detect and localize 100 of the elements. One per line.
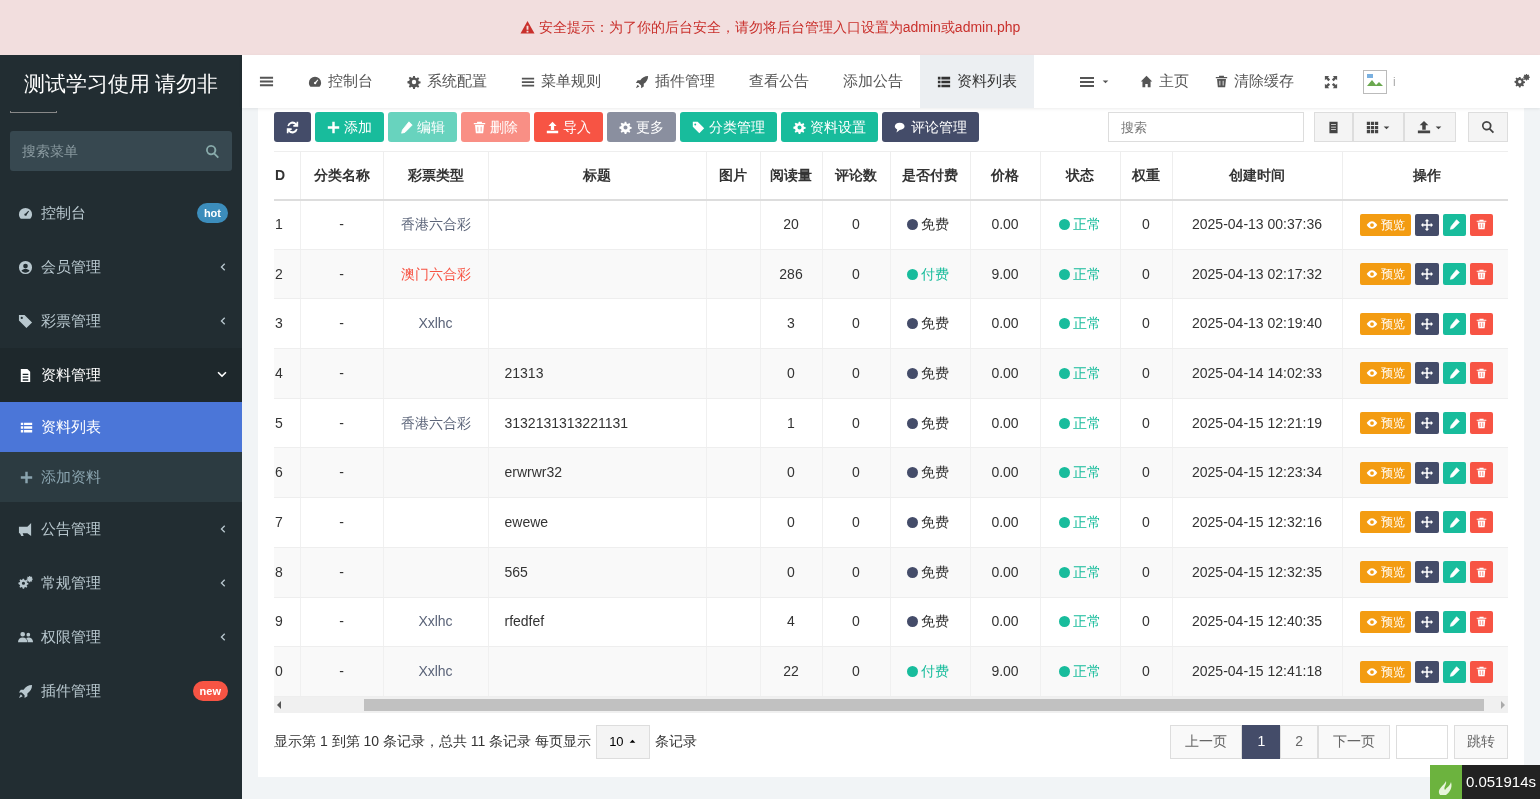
search-field[interactable]: 搜索 xyxy=(1108,112,1304,142)
table-cell: 0 xyxy=(852,216,860,233)
trash-icon xyxy=(1476,367,1487,379)
table-cell: 0 xyxy=(1142,513,1150,530)
drag-button[interactable] xyxy=(1415,511,1439,534)
drag-button[interactable] xyxy=(1415,412,1439,435)
badge: new xyxy=(192,680,228,702)
previous-page-button[interactable]: 上一页 xyxy=(1170,724,1243,759)
delete-button[interactable] xyxy=(1470,213,1493,236)
drag-button[interactable] xyxy=(1415,312,1439,335)
sidebar-item[interactable]: 彩票管理 xyxy=(0,294,242,348)
toolbar-button[interactable]: 评论管理 xyxy=(882,112,979,142)
delete-button[interactable] xyxy=(1470,660,1493,683)
toolbar-button[interactable]: 更多 xyxy=(607,112,676,142)
delete-button[interactable] xyxy=(1470,561,1493,584)
page-number-field[interactable] xyxy=(1396,724,1448,759)
status-label: 正常 xyxy=(1059,414,1101,431)
status-label: 正常 xyxy=(1059,315,1101,332)
sidebar-item[interactable]: 会员管理 xyxy=(0,240,242,294)
columns-button[interactable] xyxy=(1353,112,1404,142)
sidebar-subitem[interactable]: 添加资料 xyxy=(0,452,242,502)
nav-tab[interactable]: 添加公告 xyxy=(826,55,920,108)
eye-icon xyxy=(1366,218,1378,231)
list-icon xyxy=(937,74,951,89)
page-button[interactable]: 2 xyxy=(1280,724,1318,759)
nav-tab[interactable]: 资料列表 xyxy=(920,55,1034,108)
table-cell: 3 xyxy=(787,315,795,332)
toolbar-button[interactable]: 导入 xyxy=(534,112,603,142)
sidebar-item[interactable]: 插件管理 new xyxy=(0,664,242,718)
pencil-icon xyxy=(1449,367,1460,379)
delete-button[interactable] xyxy=(1470,511,1493,534)
eye-icon xyxy=(1366,268,1378,281)
delete-button[interactable] xyxy=(1470,312,1493,335)
plus-icon xyxy=(327,120,340,134)
gear-icon xyxy=(407,74,421,89)
sidebar-subitem[interactable]: 资料列表 xyxy=(0,402,242,452)
pencil-icon xyxy=(1449,467,1460,479)
drag-button[interactable] xyxy=(1415,263,1439,286)
sidebar-item[interactable]: 权限管理 xyxy=(0,610,242,664)
table-cell: - xyxy=(339,315,344,332)
drag-button[interactable] xyxy=(1415,660,1439,683)
table-cell: 2025-04-15 12:23:34 xyxy=(1192,464,1322,481)
chevron-icon xyxy=(218,262,228,272)
delete-button[interactable] xyxy=(1470,461,1493,484)
table-cell: 20 xyxy=(783,216,799,233)
move-icon xyxy=(1421,417,1433,430)
drag-button[interactable] xyxy=(1415,561,1439,584)
upload-icon xyxy=(546,120,559,134)
sidebar-item[interactable]: 常规管理 xyxy=(0,556,242,610)
eye-icon xyxy=(1366,566,1378,579)
pencil-icon xyxy=(400,120,413,134)
page-size-dropdown[interactable]: 10 xyxy=(596,724,650,759)
nav-tab[interactable]: 控制台 xyxy=(291,55,390,108)
status-label: 正常 xyxy=(1059,663,1101,680)
chevron-icon xyxy=(218,632,228,642)
page-button[interactable]: 1 xyxy=(1242,724,1281,759)
chevron-icon xyxy=(218,316,228,326)
list-icon xyxy=(259,74,274,89)
nav-link[interactable]: 主页 xyxy=(1127,55,1202,108)
drag-button[interactable] xyxy=(1415,461,1439,484)
jump-button[interactable]: 跳转 xyxy=(1454,724,1508,759)
move-icon xyxy=(1421,665,1433,678)
drag-button[interactable] xyxy=(1415,610,1439,633)
pagination-summary: 显示第 1 到第 10 条记录，总共 11 条记录 每页显示 xyxy=(274,732,592,752)
export-button[interactable] xyxy=(1404,112,1456,142)
scroll-right-icon[interactable] xyxy=(1498,699,1508,710)
table-cell: 0 xyxy=(852,265,860,282)
trash-icon xyxy=(1476,417,1487,429)
delete-button[interactable] xyxy=(1470,610,1493,633)
sidebar-item[interactable]: 资料管理 xyxy=(0,348,242,402)
search-button[interactable] xyxy=(1468,112,1508,142)
delete-button[interactable] xyxy=(1470,263,1493,286)
table-cell: 0.00 xyxy=(991,613,1019,630)
sidebar-item[interactable]: 控制台 hot xyxy=(0,186,242,240)
menu-search-field[interactable]: 搜索菜单 xyxy=(10,131,232,171)
view-toggle-button[interactable] xyxy=(1314,112,1353,142)
eye-icon xyxy=(1366,317,1378,330)
tag-icon xyxy=(18,313,33,329)
delete-button[interactable] xyxy=(1470,412,1493,435)
refresh-icon xyxy=(286,120,299,134)
flame-logo-icon xyxy=(1429,765,1462,799)
table-cell: 0 xyxy=(787,464,795,481)
next-page-button[interactable]: 下一页 xyxy=(1318,724,1390,759)
drag-button[interactable] xyxy=(1415,213,1439,236)
scrollbar-thumb[interactable] xyxy=(364,698,1484,711)
nav-tab[interactable]: 菜单规则 xyxy=(504,55,618,108)
trash-icon xyxy=(1476,467,1487,479)
search-icon xyxy=(1481,120,1495,134)
drag-button[interactable] xyxy=(1415,362,1439,385)
nav-tab[interactable]: 查看公告 xyxy=(732,55,826,108)
status-label: 正常 xyxy=(1059,513,1101,530)
nav-link[interactable]: 清除缓存 xyxy=(1202,55,1307,108)
delete-button[interactable] xyxy=(1470,362,1493,385)
nav-tab[interactable]: 插件管理 xyxy=(618,55,732,108)
sidebar-item[interactable]: 公告管理 xyxy=(0,502,242,556)
refresh-button[interactable] xyxy=(274,112,311,142)
chevron-icon xyxy=(218,578,228,588)
nav-tab[interactable]: 系统配置 xyxy=(390,55,504,108)
trash-icon xyxy=(1476,616,1487,628)
table-cell: 0.00 xyxy=(991,414,1019,431)
